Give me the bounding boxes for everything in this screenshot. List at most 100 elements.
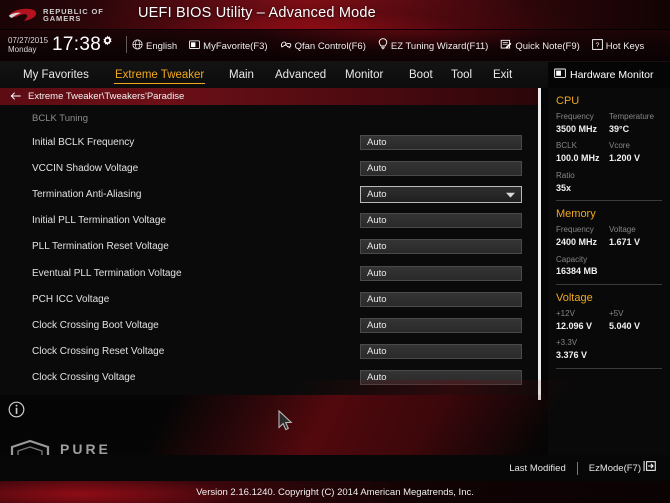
- setting-value-field[interactable]: Auto: [360, 213, 522, 229]
- current-weekday: Monday: [8, 45, 37, 54]
- datetime-display: 07/27/2015 Monday 17:38: [8, 34, 113, 56]
- setting-row[interactable]: PCH ICC Voltage Auto: [0, 286, 539, 312]
- myfavorite-button[interactable]: MyFavorite(F3): [189, 37, 268, 55]
- setting-value: Auto: [367, 215, 387, 227]
- setting-label: PCH ICC Voltage: [32, 293, 110, 305]
- setting-dropdown-active[interactable]: Auto: [360, 185, 522, 203]
- hwm-reading: Voltage 1.671 V: [609, 225, 662, 248]
- tab-boot[interactable]: Boot: [408, 67, 434, 83]
- setting-value-field[interactable]: Auto: [360, 344, 522, 360]
- setting-row[interactable]: Clock Crossing Boot Voltage Auto: [0, 312, 539, 338]
- bottom-bar: Last Modified EzMode(F7): [0, 455, 670, 481]
- hot-keys-button[interactable]: ? Hot Keys: [591, 37, 644, 55]
- breadcrumb-path: Extreme Tweaker\Tweakers'Paradise: [28, 91, 185, 102]
- tab-monitor[interactable]: Monitor: [344, 67, 384, 83]
- setting-row[interactable]: Clock Crossing Reset Voltage Auto: [0, 339, 539, 365]
- setting-value-field[interactable]: Auto: [360, 291, 522, 307]
- hwm-reading-key: Vcore: [609, 141, 630, 151]
- window-title: UEFI BIOS Utility – Advanced Mode: [138, 5, 376, 21]
- hwm-reading: Ratio 35x: [556, 171, 609, 194]
- fan-icon: [280, 37, 292, 55]
- hwm-group-title: Memory: [556, 208, 596, 221]
- ez-tuning-wizard-button[interactable]: EZ Tuning Wizard(F11): [378, 37, 488, 55]
- monitor-icon: [189, 37, 201, 55]
- hwm-reading-row: +12V 12.096 V +5V 5.040 V: [556, 309, 662, 332]
- tab-advanced[interactable]: Advanced: [274, 67, 327, 83]
- setting-value: Auto: [367, 293, 387, 305]
- setting-row[interactable]: Eventual PLL Termination Voltage Auto: [0, 260, 539, 286]
- hwm-reading-row: +3.3V 3.376 V: [556, 338, 662, 361]
- setting-row[interactable]: Termination Anti-Aliasing Auto: [0, 181, 539, 207]
- setting-value-field[interactable]: Auto: [360, 370, 522, 386]
- hwm-reading: +3.3V 3.376 V: [556, 338, 609, 361]
- hwm-reading: Temperature 39°C: [609, 112, 662, 135]
- setting-label: Clock Crossing Boot Voltage: [32, 319, 159, 331]
- hwm-reading-key: BCLK: [556, 141, 577, 151]
- setting-row[interactable]: Clock Crossing Voltage Auto: [0, 365, 539, 391]
- tab-exit[interactable]: Exit: [492, 67, 513, 83]
- qfan-control-button[interactable]: Qfan Control(F6): [280, 37, 366, 55]
- utility-bar: 07/27/2015 Monday 17:38 English MyFavori…: [0, 30, 670, 62]
- info-button[interactable]: [8, 401, 25, 423]
- tab-extreme-tweaker[interactable]: Extreme Tweaker: [114, 67, 206, 84]
- tab-tool[interactable]: Tool: [450, 67, 473, 83]
- rog-logo: REPUBLIC OF GAMERS: [8, 4, 120, 26]
- hwm-reading-row: Frequency 3500 MHz Temperature 39°C: [556, 112, 662, 135]
- hwm-reading-value: 12.096 V: [556, 320, 593, 331]
- setting-row[interactable]: Initial PLL Termination Voltage Auto: [0, 208, 539, 234]
- hwm-reading-value: 5.040 V: [609, 320, 641, 331]
- hwm-reading-row: BCLK 100.0 MHz Vcore 1.200 V: [556, 141, 662, 164]
- setting-label: Eventual PLL Termination Voltage: [32, 267, 182, 279]
- arrow-left-icon[interactable]: [10, 88, 22, 106]
- hwm-reading: BCLK 100.0 MHz: [556, 141, 609, 164]
- current-date: 07/27/2015: [8, 35, 49, 45]
- language-button[interactable]: English: [132, 37, 177, 55]
- hwm-reading-key: Capacity: [556, 254, 588, 264]
- version-bar: Version 2.16.1240. Copyright (C) 2014 Am…: [0, 481, 670, 503]
- setting-label: PLL Termination Reset Voltage: [32, 241, 169, 253]
- tab-main[interactable]: Main: [228, 67, 255, 83]
- setting-value-field[interactable]: Auto: [360, 160, 522, 176]
- gear-icon[interactable]: [102, 33, 113, 51]
- setting-value-field[interactable]: Auto: [360, 239, 522, 255]
- setting-label: Clock Crossing Reset Voltage: [32, 346, 165, 358]
- info-circle-icon: [8, 401, 25, 418]
- setting-label: Initial PLL Termination Voltage: [32, 215, 166, 227]
- setting-label: Clock Crossing Voltage: [32, 372, 136, 384]
- content-scrollbar[interactable]: [538, 88, 541, 400]
- setting-value-field[interactable]: Auto: [360, 134, 522, 150]
- setting-row[interactable]: VCCIN Shadow Voltage Auto: [0, 155, 539, 181]
- last-modified-button[interactable]: Last Modified: [509, 463, 566, 474]
- hwm-reading-value: 1.200 V: [609, 153, 641, 164]
- hwm-reading: Frequency 3500 MHz: [556, 112, 609, 135]
- quick-note-button[interactable]: Quick Note(F9): [500, 37, 580, 55]
- setting-label: Termination Anti-Aliasing: [32, 188, 142, 200]
- setting-row[interactable]: Initial BCLK Frequency Auto: [0, 129, 539, 155]
- title-bar: REPUBLIC OF GAMERS UEFI BIOS Utility – A…: [0, 0, 670, 30]
- setting-value: Auto: [367, 346, 387, 358]
- tab-my-favorites[interactable]: My Favorites: [22, 67, 90, 83]
- current-time: 17:38: [52, 34, 102, 55]
- setting-label: Initial BCLK Frequency: [32, 136, 135, 148]
- hardware-monitor-panel: CPU Frequency 3500 MHz Temperature 39°C BCLK 1…: [548, 88, 670, 455]
- setting-row[interactable]: PLL Termination Reset Voltage Auto: [0, 234, 539, 260]
- arrow-right-box-icon[interactable]: [643, 459, 656, 477]
- setting-value-field[interactable]: Auto: [360, 317, 522, 333]
- note-pencil-icon: [500, 37, 512, 55]
- hwm-reading-key: Temperature: [609, 112, 654, 121]
- breadcrumb[interactable]: Extreme Tweaker\Tweakers'Paradise: [0, 88, 539, 105]
- utility-divider: [126, 36, 127, 53]
- hwm-reading-key: Voltage: [609, 225, 636, 235]
- mouse-pointer-icon: [278, 409, 293, 436]
- hwm-reading-row: Capacity 16384 MB: [556, 255, 662, 278]
- hwm-reading: Frequency 2400 MHz: [556, 225, 609, 248]
- settings-panel: BCLK Tuning Initial BCLK Frequency Auto VC…: [0, 105, 539, 395]
- hwm-reading-key: Frequency: [556, 225, 594, 235]
- setting-value: Auto: [367, 162, 387, 174]
- ez-mode-button[interactable]: EzMode(F7): [589, 463, 641, 474]
- setting-label: VCCIN Shadow Voltage: [32, 162, 139, 174]
- setting-value-field[interactable]: Auto: [360, 265, 522, 281]
- setting-value: Auto: [367, 267, 387, 279]
- setting-value: Auto: [367, 188, 387, 200]
- chevron-down-icon[interactable]: [506, 185, 515, 203]
